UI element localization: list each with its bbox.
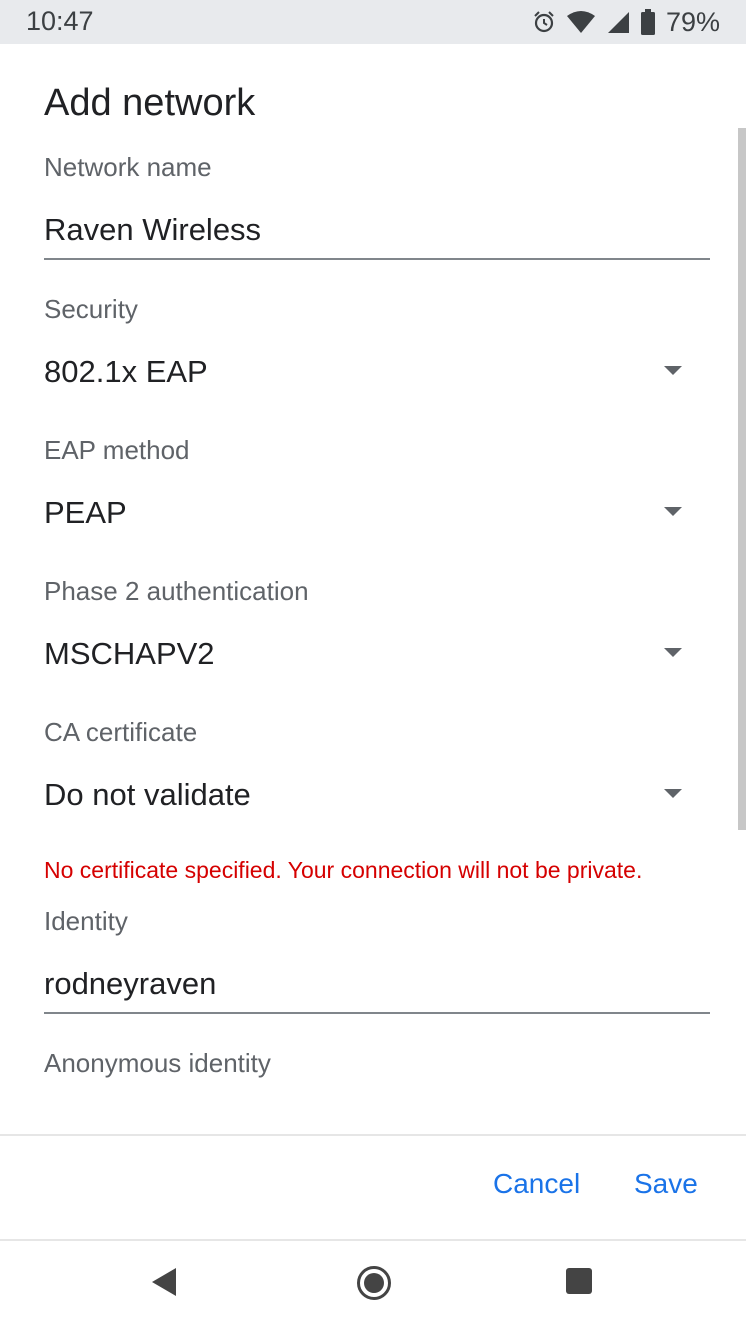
action-divider	[0, 1134, 746, 1136]
security-dropdown[interactable]: 802.1x EAP	[44, 344, 710, 400]
navigation-bar	[0, 1242, 746, 1326]
ca-certificate-value: Do not validate	[44, 777, 251, 812]
recents-icon[interactable]	[566, 1268, 592, 1294]
phase2-label: Phase 2 authentication	[44, 576, 309, 606]
dropdown-arrow-icon	[664, 789, 682, 798]
cancel-button[interactable]: Cancel	[493, 1168, 580, 1200]
security-value: 802.1x EAP	[44, 354, 208, 389]
network-name-value: Raven Wireless	[44, 212, 262, 247]
eap-method-dropdown[interactable]: PEAP	[44, 485, 710, 541]
phase2-value: MSCHAPV2	[44, 636, 215, 671]
nav-divider	[0, 1239, 746, 1241]
dialog-title: Add network	[44, 82, 256, 124]
anonymous-identity-label: Anonymous identity	[44, 1048, 271, 1078]
identity-value: rodneyraven	[44, 966, 217, 1001]
eap-method-label: EAP method	[44, 435, 190, 465]
ca-certificate-label: CA certificate	[44, 717, 198, 747]
network-name-input[interactable]: Raven Wireless	[44, 208, 710, 260]
status-bar: 10:47 79%	[0, 0, 746, 44]
dropdown-arrow-icon	[664, 648, 682, 657]
battery-icon	[640, 9, 655, 35]
alarm-icon	[534, 11, 554, 33]
signal-icon	[607, 12, 629, 33]
home-icon[interactable]	[357, 1266, 391, 1300]
identity-input[interactable]: rodneyraven	[44, 962, 710, 1014]
dropdown-arrow-icon	[664, 507, 682, 516]
status-icons: 79%	[532, 6, 720, 38]
save-button[interactable]: Save	[634, 1168, 698, 1200]
security-label: Security	[44, 294, 138, 324]
phase2-dropdown[interactable]: MSCHAPV2	[44, 626, 710, 682]
network-name-label: Network name	[44, 152, 212, 182]
back-icon[interactable]	[152, 1268, 176, 1296]
certificate-warning: No certificate specified. Your connectio…	[44, 857, 643, 883]
eap-method-value: PEAP	[44, 495, 127, 530]
scrollbar[interactable]	[738, 128, 746, 830]
wifi-icon	[566, 11, 595, 33]
ca-certificate-dropdown[interactable]: Do not validate	[44, 767, 710, 823]
dropdown-arrow-icon	[664, 366, 682, 375]
battery-percent: 79%	[665, 6, 720, 37]
status-time: 10:47	[26, 6, 94, 36]
identity-label: Identity	[44, 906, 128, 936]
